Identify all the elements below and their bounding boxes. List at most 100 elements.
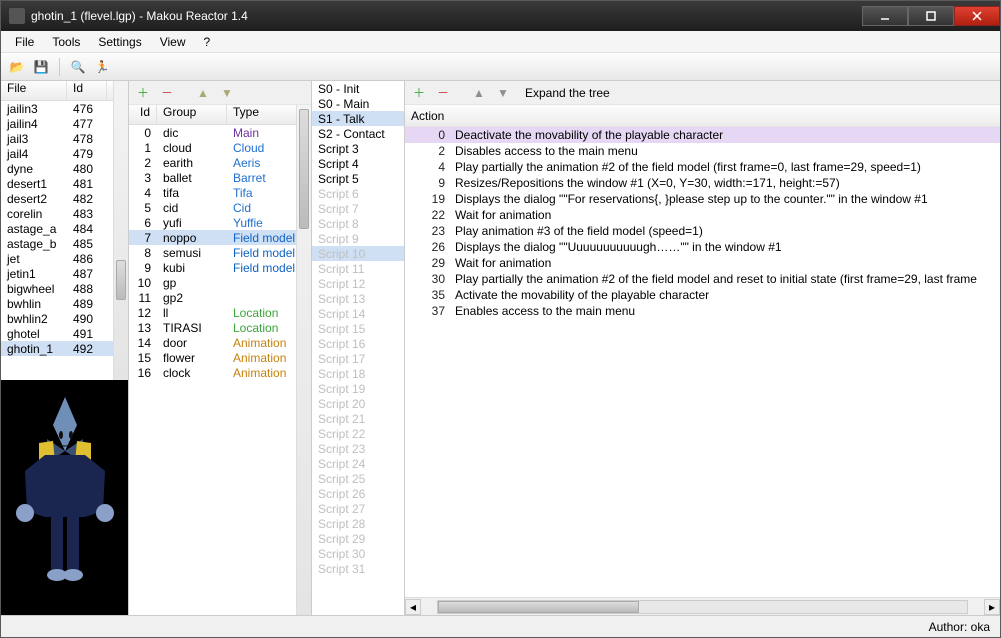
script-item[interactable]: Script 26	[312, 486, 404, 501]
file-row[interactable]: ghotel491	[1, 326, 128, 341]
action-up-button[interactable]: ▲	[469, 83, 489, 103]
group-row[interactable]: 16clockAnimation	[129, 365, 311, 380]
groups-scrollbar[interactable]	[296, 105, 311, 615]
group-row[interactable]: 7noppoField model	[129, 230, 311, 245]
scroll-left-button[interactable]: ◂	[405, 599, 421, 615]
expand-tree-link[interactable]: Expand the tree	[525, 86, 610, 100]
file-row[interactable]: desert2482	[1, 191, 128, 206]
script-item[interactable]: Script 21	[312, 411, 404, 426]
groups-col-type[interactable]: Type	[227, 105, 305, 124]
group-row[interactable]: 5cidCid	[129, 200, 311, 215]
script-item[interactable]: Script 25	[312, 471, 404, 486]
script-item[interactable]: S1 - Talk	[312, 111, 404, 126]
script-item[interactable]: Script 13	[312, 291, 404, 306]
script-item[interactable]: Script 15	[312, 321, 404, 336]
action-row[interactable]: 23Play animation #3 of the field model (…	[405, 223, 1000, 239]
group-row[interactable]: 2earithAeris	[129, 155, 311, 170]
groups-table[interactable]: Id Group Type 0dicMain1cloudCloud2earith…	[129, 105, 311, 615]
maximize-button[interactable]	[908, 6, 954, 26]
group-row[interactable]: 8semusiField model	[129, 245, 311, 260]
menu-settings[interactable]: Settings	[90, 33, 149, 51]
group-up-button[interactable]: ▲	[193, 83, 213, 103]
group-row[interactable]: 6yufiYuffie	[129, 215, 311, 230]
action-row[interactable]: 9Resizes/Repositions the window #1 (X=0,…	[405, 175, 1000, 191]
group-remove-button[interactable]: －	[157, 83, 177, 103]
save-button[interactable]: 💾	[31, 57, 51, 77]
action-row[interactable]: 37Enables access to the main menu	[405, 303, 1000, 319]
script-item[interactable]: S0 - Init	[312, 81, 404, 96]
script-item[interactable]: Script 11	[312, 261, 404, 276]
actions-hscroll[interactable]: ◂ ▸	[405, 597, 1000, 615]
menu-view[interactable]: View	[152, 33, 194, 51]
file-row[interactable]: desert1481	[1, 176, 128, 191]
script-item[interactable]: Script 23	[312, 441, 404, 456]
model-preview[interactable]	[1, 380, 128, 615]
script-item[interactable]: Script 5	[312, 171, 404, 186]
file-row[interactable]: astage_a484	[1, 221, 128, 236]
script-item[interactable]: Script 28	[312, 516, 404, 531]
scroll-right-button[interactable]: ▸	[984, 599, 1000, 615]
scroll-track[interactable]	[437, 600, 968, 614]
script-item[interactable]: Script 12	[312, 276, 404, 291]
script-item[interactable]: Script 18	[312, 366, 404, 381]
files-col-file[interactable]: File	[1, 81, 67, 100]
script-item[interactable]: Script 16	[312, 336, 404, 351]
script-item[interactable]: Script 6	[312, 186, 404, 201]
minimize-button[interactable]	[862, 6, 908, 26]
groups-col-group[interactable]: Group	[157, 105, 227, 124]
group-row[interactable]: 13TIRASILocation	[129, 320, 311, 335]
action-row[interactable]: 0Deactivate the movability of the playab…	[405, 127, 1000, 143]
groups-col-id[interactable]: Id	[129, 105, 157, 124]
actions-list[interactable]: 0Deactivate the movability of the playab…	[405, 127, 1000, 597]
script-item[interactable]: Script 19	[312, 381, 404, 396]
group-row[interactable]: 15flowerAnimation	[129, 350, 311, 365]
files-header[interactable]: File Id	[1, 81, 128, 101]
file-row[interactable]: jet486	[1, 251, 128, 266]
file-row[interactable]: bigwheel488	[1, 281, 128, 296]
file-row[interactable]: jailin4477	[1, 116, 128, 131]
script-item[interactable]: Script 8	[312, 216, 404, 231]
script-item[interactable]: Script 9	[312, 231, 404, 246]
script-item[interactable]: Script 14	[312, 306, 404, 321]
script-item[interactable]: S0 - Main	[312, 96, 404, 111]
action-down-button[interactable]: ▼	[493, 83, 513, 103]
file-row[interactable]: jailin3476	[1, 101, 128, 116]
actions-header[interactable]: Action	[405, 105, 1000, 127]
group-row[interactable]: 3balletBarret	[129, 170, 311, 185]
action-row[interactable]: 29Wait for animation	[405, 255, 1000, 271]
action-row[interactable]: 22Wait for animation	[405, 207, 1000, 223]
action-row[interactable]: 35Activate the movability of the playabl…	[405, 287, 1000, 303]
action-add-button[interactable]: ＋	[409, 83, 429, 103]
file-row[interactable]: jetin1487	[1, 266, 128, 281]
script-item[interactable]: Script 27	[312, 501, 404, 516]
script-item[interactable]: Script 30	[312, 546, 404, 561]
script-item[interactable]: Script 4	[312, 156, 404, 171]
script-item[interactable]: Script 10	[312, 246, 404, 261]
files-scrollbar[interactable]	[113, 81, 128, 380]
group-row[interactable]: 1cloudCloud	[129, 140, 311, 155]
group-row[interactable]: 14doorAnimation	[129, 335, 311, 350]
menu-file[interactable]: File	[7, 33, 42, 51]
file-row[interactable]: astage_b485	[1, 236, 128, 251]
script-item[interactable]: Script 3	[312, 141, 404, 156]
group-row[interactable]: 0dicMain	[129, 125, 311, 140]
file-row[interactable]: ghotin_1492	[1, 341, 128, 356]
menu-tools[interactable]: Tools	[44, 33, 88, 51]
menu-help[interactable]: ?	[196, 33, 219, 51]
files-table[interactable]: File Id jailin3476jailin4477jail3478jail…	[1, 81, 128, 380]
scripts-list[interactable]: S0 - InitS0 - MainS1 - TalkS2 - ContactS…	[312, 81, 404, 615]
run-button[interactable]: 🏃	[92, 57, 112, 77]
files-col-id[interactable]: Id	[67, 81, 107, 100]
script-item[interactable]: Script 17	[312, 351, 404, 366]
action-row[interactable]: 19Displays the dialog ""For reservations…	[405, 191, 1000, 207]
script-item[interactable]: Script 20	[312, 396, 404, 411]
script-item[interactable]: Script 29	[312, 531, 404, 546]
action-remove-button[interactable]: －	[433, 83, 453, 103]
group-row[interactable]: 4tifaTifa	[129, 185, 311, 200]
script-item[interactable]: Script 24	[312, 456, 404, 471]
titlebar[interactable]: ghotin_1 (flevel.lgp) - Makou Reactor 1.…	[1, 1, 1000, 31]
file-row[interactable]: jail3478	[1, 131, 128, 146]
action-row[interactable]: 4Play partially the animation #2 of the …	[405, 159, 1000, 175]
group-row[interactable]: 10gp	[129, 275, 311, 290]
close-button[interactable]	[954, 6, 1000, 26]
